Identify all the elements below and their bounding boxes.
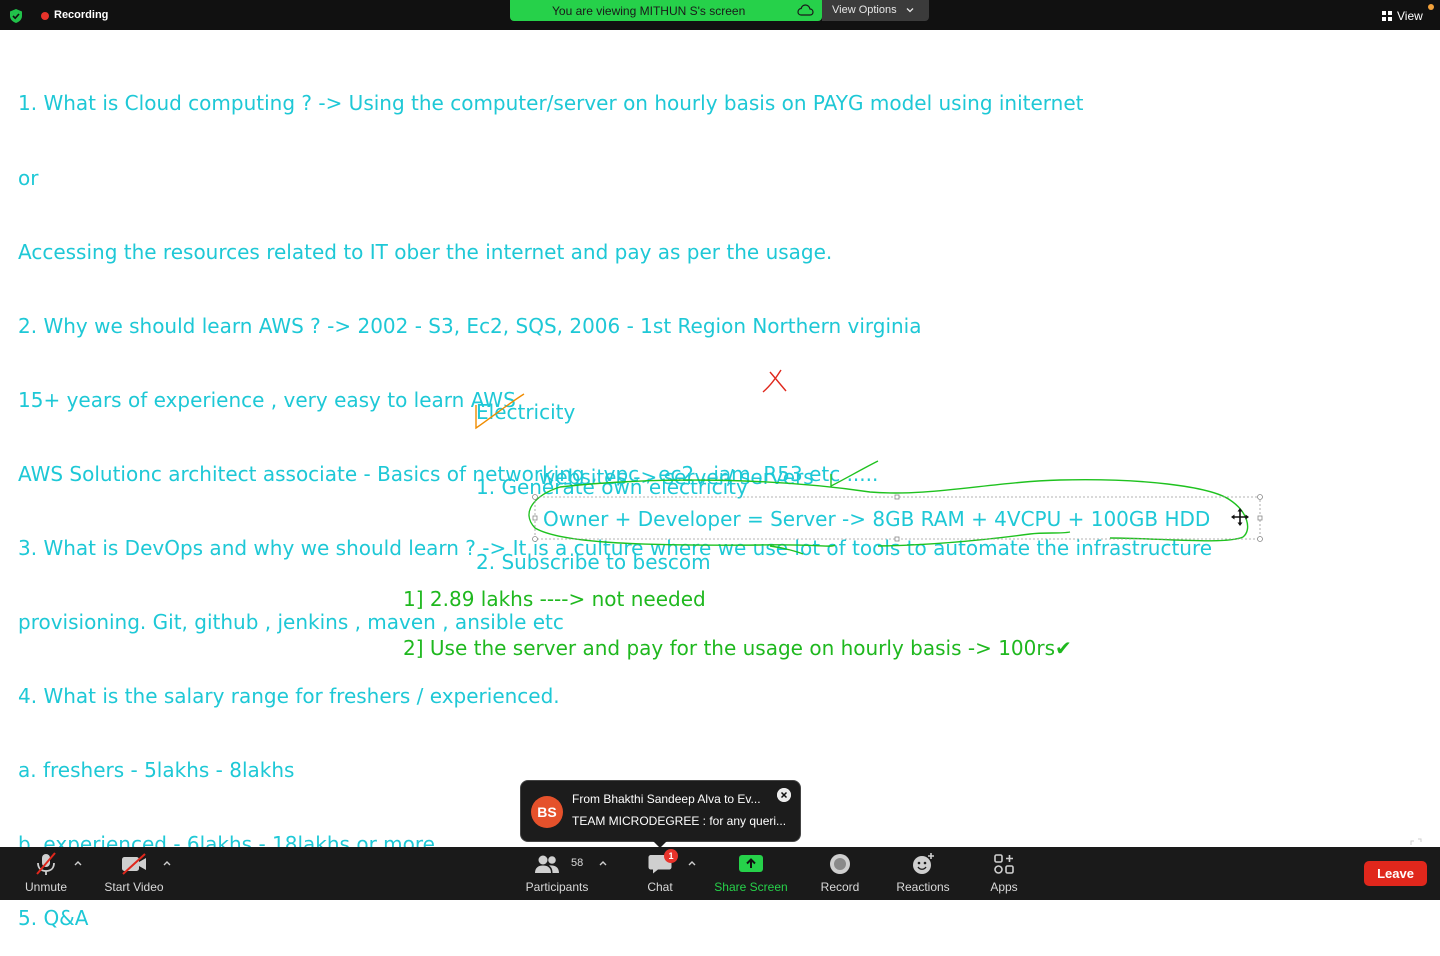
chat-sender: From Bhakthi Sandeep Alva to Ev... <box>572 792 761 806</box>
chat-button[interactable]: Chat <box>630 847 690 900</box>
chevron-up-icon[interactable] <box>162 859 172 867</box>
record-label: Record <box>820 880 860 894</box>
chat-label: Chat <box>647 880 673 894</box>
selection-handle <box>1257 515 1263 521</box>
websites-line: websites -> server/ servers <box>539 465 814 489</box>
cloud-icon <box>797 4 814 16</box>
chevron-up-icon[interactable] <box>73 859 83 867</box>
video-camera-off-icon <box>122 853 146 875</box>
chevron-up-icon[interactable] <box>598 859 608 867</box>
option-2-line: 2] Use the server and pay for the usage … <box>403 636 1072 660</box>
start-video-label: Start Video <box>104 880 164 894</box>
note-line: 1. What is Cloud computing ? -> Using th… <box>18 91 1084 116</box>
share-screen-label: Share Screen <box>714 880 788 894</box>
chevron-up-icon[interactable] <box>687 859 697 867</box>
viewing-screen-banner: You are viewing MITHUN S's screen <box>510 0 822 21</box>
apps-label: Apps <box>990 880 1018 894</box>
selection-handle <box>1257 536 1263 542</box>
notification-dot-icon <box>1428 4 1434 10</box>
option-1-line: 1] 2.89 lakhs ----> not needed <box>403 587 706 611</box>
reactions-button[interactable]: Reactions <box>888 847 958 900</box>
chevron-down-icon <box>906 8 914 13</box>
view-button[interactable]: View <box>1382 9 1423 23</box>
participants-icon <box>534 855 559 873</box>
security-shield-icon[interactable] <box>8 8 24 24</box>
unmute-label: Unmute <box>24 880 68 894</box>
view-options-button[interactable]: View Options <box>822 0 929 21</box>
recording-label: Recording <box>54 9 109 21</box>
avatar: BS <box>531 796 563 828</box>
note-line: 2. Why we should learn AWS ? -> 2002 - S… <box>18 313 922 338</box>
resize-corner-icon <box>1410 838 1422 845</box>
electricity-title: Electricity <box>476 400 576 424</box>
share-screen-button[interactable]: Share Screen <box>708 847 794 900</box>
apps-button[interactable]: Apps <box>976 847 1032 900</box>
note-line: 4. What is the salary range for freshers… <box>18 684 560 709</box>
option-2-text: 2] Use the server and pay for the usage … <box>403 636 1056 660</box>
checkmark-icon: ✔ <box>1055 636 1072 660</box>
microphone-muted-icon <box>36 852 56 875</box>
view-label: View <box>1397 9 1423 23</box>
apps-icon <box>994 854 1014 874</box>
view-options-label: View Options <box>832 4 897 16</box>
participants-button[interactable]: Participants <box>520 847 594 900</box>
recording-dot-icon <box>41 12 49 20</box>
meeting-toolbar: Unmute Start Video Participants 58 Chat … <box>0 847 1440 900</box>
record-icon <box>830 854 850 874</box>
selection-handle <box>1257 494 1263 500</box>
participants-label: Participants <box>525 880 589 894</box>
electricity-item-2: 2. Subscribe to bescom <box>476 550 711 574</box>
owner-developer-line[interactable]: Owner + Developer = Server -> 8GB RAM + … <box>543 507 1210 531</box>
note-line: provisioning. Git, github , jenkins , ma… <box>18 610 564 635</box>
share-screen-icon <box>739 855 763 872</box>
note-line: 5. Q&A <box>18 906 89 931</box>
meeting-top-bar: Recording You are viewing MITHUN S's scr… <box>0 0 1440 30</box>
chat-notification-popup[interactable]: BS From Bhakthi Sandeep Alva to Ev... TE… <box>520 780 801 848</box>
leave-button[interactable]: Leave <box>1364 861 1427 886</box>
grid-view-icon <box>1382 11 1392 21</box>
smiley-add-icon <box>913 853 934 874</box>
close-icon[interactable] <box>777 788 791 802</box>
viewing-screen-text: You are viewing MITHUN S's screen <box>552 4 746 18</box>
move-cursor-icon <box>1231 508 1249 526</box>
note-line: or <box>18 165 39 190</box>
reactions-label: Reactions <box>896 880 950 894</box>
record-button[interactable]: Record <box>810 847 870 900</box>
participants-count: 58 <box>571 857 584 869</box>
chat-message-preview: TEAM MICRODEGREE : for any queri... <box>572 814 787 828</box>
chat-unread-badge: 1 <box>664 849 678 863</box>
note-line: Accessing the resources related to IT ob… <box>18 239 833 264</box>
start-video-button[interactable]: Start Video <box>98 847 170 900</box>
unmute-button[interactable]: Unmute <box>16 847 76 900</box>
